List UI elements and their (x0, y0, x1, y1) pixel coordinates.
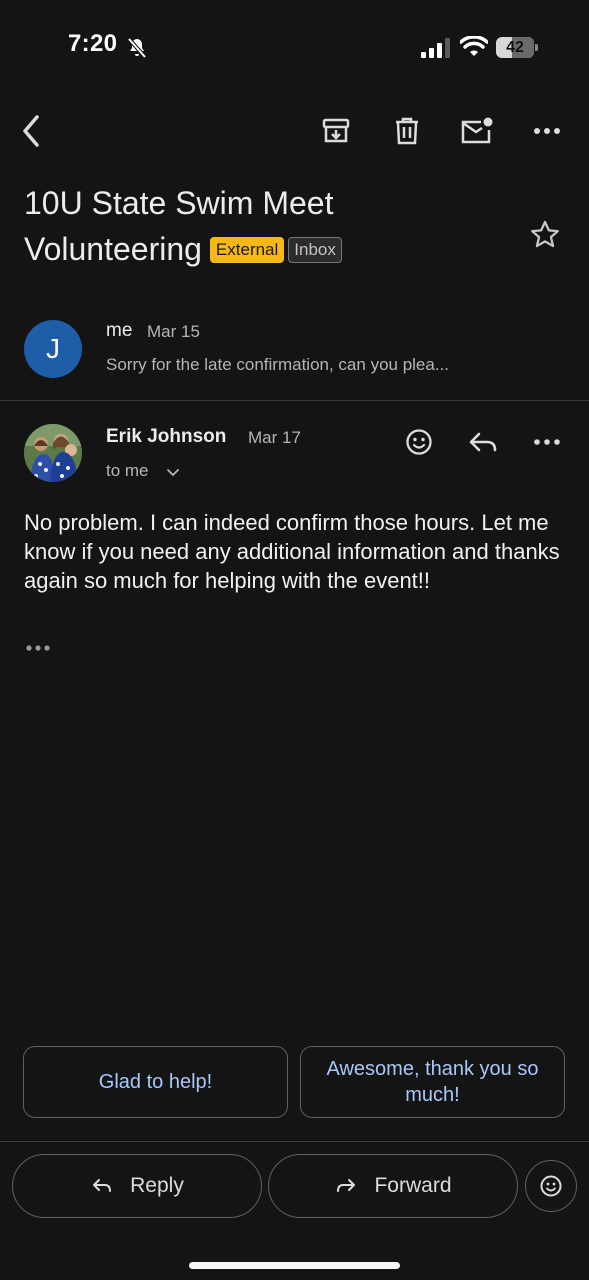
back-button[interactable] (14, 113, 50, 149)
external-label[interactable]: External (209, 237, 285, 263)
reply-icon (93, 1179, 112, 1192)
more-horizontal-icon (534, 439, 560, 445)
reply-icon (469, 432, 497, 452)
sender-avatar[interactable] (24, 424, 82, 482)
chevron-down-icon[interactable] (165, 464, 181, 480)
cellular-signal-icon (421, 38, 450, 58)
bell-off-icon (127, 37, 147, 59)
mail-unread-icon (461, 117, 493, 144)
inbox-label[interactable]: Inbox (288, 237, 342, 263)
reply-button[interactable] (465, 424, 501, 460)
trash-icon (396, 117, 418, 145)
chevron-left-icon (23, 115, 39, 147)
collapsed-sender[interactable]: me (106, 320, 132, 342)
message-more-button[interactable] (529, 424, 565, 460)
show-trimmed-content-button[interactable] (24, 638, 52, 658)
home-indicator[interactable] (189, 1262, 400, 1269)
smiley-icon (406, 429, 432, 455)
message-date: Mar 17 (248, 428, 301, 447)
react-button[interactable] (525, 1160, 577, 1212)
smart-reply-1[interactable]: Glad to help! (23, 1046, 288, 1118)
archive-button[interactable] (318, 113, 354, 149)
wifi-icon (460, 36, 488, 56)
subject-line-2-text: Volunteering (24, 231, 202, 267)
archive-icon (322, 118, 350, 143)
sender-name[interactable]: Erik Johnson (106, 426, 226, 448)
avatar[interactable]: J (24, 320, 82, 378)
more-horizontal-icon (534, 128, 560, 134)
delete-button[interactable] (389, 113, 425, 149)
email-subject: 10U State Swim Meet Volunteering External… (24, 180, 524, 272)
collapsed-snippet[interactable]: Sorry for the late confirmation, can you… (106, 355, 506, 375)
more-options-button[interactable] (529, 113, 565, 149)
status-time: 7:20 (68, 30, 118, 57)
forward-icon (337, 1179, 356, 1192)
ellipsis-icon (26, 645, 50, 651)
add-reaction-button[interactable] (401, 424, 437, 460)
recipient-details[interactable]: to me (106, 461, 149, 481)
divider (0, 1141, 589, 1142)
reply-label: Reply (130, 1174, 184, 1197)
message-body: No problem. I can indeed confirm those h… (24, 510, 560, 593)
forward-label: Forward (374, 1174, 452, 1197)
battery-percentage: 42 (506, 39, 524, 56)
collapsed-date: Mar 15 (147, 322, 200, 341)
star-icon (531, 220, 559, 248)
profile-photo (24, 424, 82, 482)
mark-unread-button[interactable] (459, 113, 495, 149)
battery-indicator: 42 (496, 37, 538, 58)
divider (0, 400, 589, 401)
smiley-icon (540, 1175, 562, 1197)
star-button[interactable] (528, 218, 562, 252)
subject-line-1: 10U State Swim Meet (24, 185, 334, 221)
forward-action-button[interactable]: Forward (268, 1154, 518, 1218)
subject-line-2: Volunteering External Inbox (24, 226, 524, 272)
smart-reply-2[interactable]: Awesome, thank you so much! (300, 1046, 565, 1118)
reply-action-button[interactable]: Reply (12, 1154, 262, 1218)
